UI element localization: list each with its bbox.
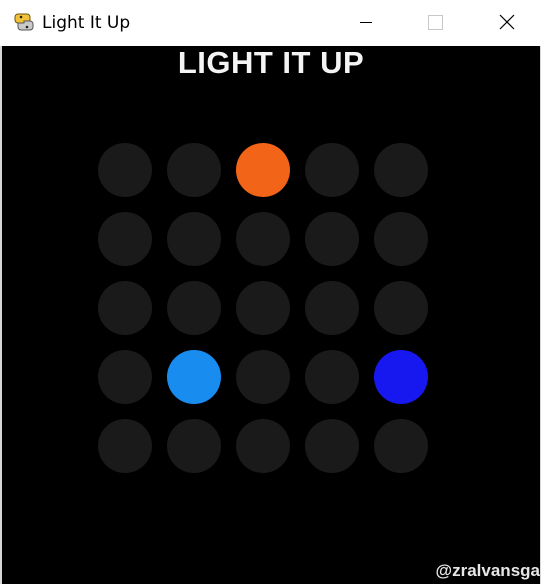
window-title: Light It Up bbox=[42, 13, 131, 33]
light-cell[interactable] bbox=[98, 143, 152, 197]
light-cell[interactable] bbox=[305, 281, 359, 335]
title-bar[interactable]: Light It Up bbox=[0, 0, 541, 46]
light-cell[interactable] bbox=[167, 212, 221, 266]
light-cell[interactable] bbox=[236, 281, 290, 335]
light-cell[interactable] bbox=[305, 350, 359, 404]
light-cell[interactable] bbox=[98, 281, 152, 335]
light-cell[interactable] bbox=[374, 419, 428, 473]
minimize-button[interactable] bbox=[331, 0, 401, 46]
light-cell[interactable] bbox=[236, 350, 290, 404]
close-button[interactable] bbox=[471, 0, 541, 46]
credit-text: @zralvansga bbox=[435, 561, 540, 580]
light-cell-lit[interactable] bbox=[236, 143, 290, 197]
light-cell[interactable] bbox=[305, 212, 359, 266]
light-cell[interactable] bbox=[167, 419, 221, 473]
app-window: Light It Up LIGHT IT UP @zralvansga bbox=[0, 0, 541, 584]
maximize-button[interactable] bbox=[400, 0, 470, 46]
light-cell[interactable] bbox=[374, 212, 428, 266]
light-cell[interactable] bbox=[305, 419, 359, 473]
light-cell[interactable] bbox=[167, 143, 221, 197]
minimize-icon bbox=[360, 22, 372, 23]
light-cell-lit[interactable] bbox=[167, 350, 221, 404]
light-cell[interactable] bbox=[98, 419, 152, 473]
python-snake-icon bbox=[14, 13, 34, 31]
light-cell[interactable] bbox=[236, 212, 290, 266]
light-cell[interactable] bbox=[98, 350, 152, 404]
game-canvas[interactable]: LIGHT IT UP @zralvansga bbox=[2, 45, 540, 584]
game-title: LIGHT IT UP bbox=[177, 45, 365, 80]
light-cell[interactable] bbox=[98, 212, 152, 266]
light-cell[interactable] bbox=[305, 143, 359, 197]
light-cell[interactable] bbox=[236, 419, 290, 473]
light-cell-lit[interactable] bbox=[374, 350, 428, 404]
maximize-icon bbox=[428, 15, 443, 30]
close-icon bbox=[499, 14, 515, 30]
light-cell[interactable] bbox=[374, 281, 428, 335]
light-cell[interactable] bbox=[167, 281, 221, 335]
light-cell[interactable] bbox=[374, 143, 428, 197]
